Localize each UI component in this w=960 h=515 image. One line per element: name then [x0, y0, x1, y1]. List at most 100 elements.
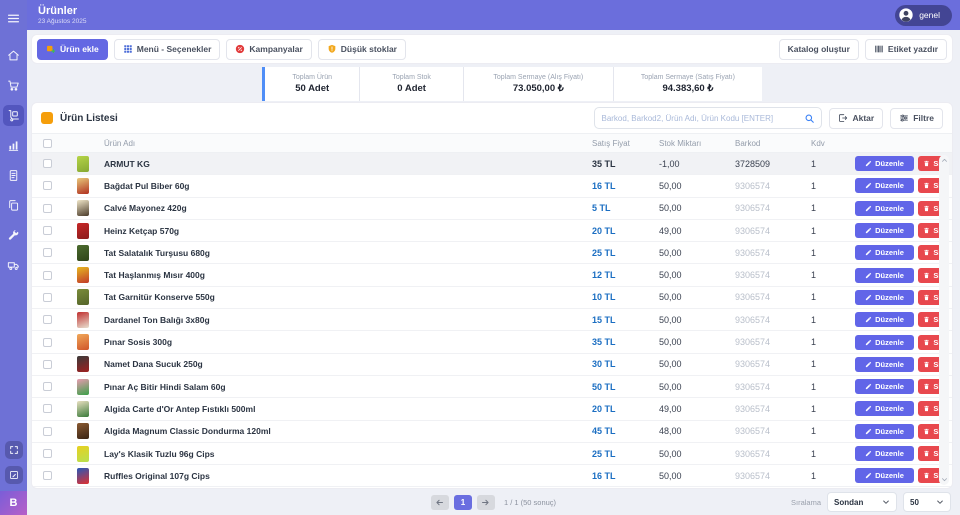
sidebar-item-reports[interactable]: [3, 135, 24, 156]
edit-button[interactable]: Düzenle: [855, 424, 914, 439]
row-checkbox[interactable]: [43, 226, 52, 235]
print-label-button[interactable]: Etiket yazdır: [865, 39, 947, 60]
toolbar: Ürün ekle Menü - Seçenekler Kampanyalar …: [31, 34, 953, 64]
stat-label: Toplam Sermaye (Satış Fiyatı): [641, 74, 735, 81]
row-checkbox[interactable]: [43, 427, 52, 436]
price-cell[interactable]: 5 TL: [592, 203, 659, 213]
campaigns-button[interactable]: Kampanyalar: [226, 39, 311, 60]
edit-button[interactable]: Düzenle: [855, 245, 914, 260]
user-menu[interactable]: genel: [895, 5, 952, 26]
row-checkbox[interactable]: [43, 404, 52, 413]
row-checkbox[interactable]: [43, 471, 52, 480]
edit-button[interactable]: Düzenle: [855, 156, 914, 171]
kdv-cell: 1: [811, 292, 855, 302]
row-checkbox[interactable]: [43, 181, 52, 190]
barcode-cell: 9306574: [735, 315, 811, 325]
select-all-checkbox[interactable]: [43, 139, 52, 148]
sidebar-item-tools[interactable]: [3, 225, 24, 246]
barcode-icon: [874, 44, 884, 54]
menu-icon[interactable]: [3, 8, 24, 29]
price-cell[interactable]: 20 TL: [592, 404, 659, 414]
price-cell[interactable]: 16 TL: [592, 471, 659, 481]
row-checkbox[interactable]: [43, 449, 52, 458]
barcode-cell: 9306574: [735, 404, 811, 414]
menu-options-button[interactable]: Menü - Seçenekler: [114, 39, 221, 60]
next-page-button[interactable]: [477, 495, 495, 510]
price-cell[interactable]: 12 TL: [592, 270, 659, 280]
per-page-select[interactable]: 50: [903, 492, 951, 512]
product-name: Namet Dana Sucuk 250g: [104, 359, 592, 369]
product-thumb: [77, 468, 89, 484]
search-icon[interactable]: [804, 113, 815, 124]
add-product-label: Ürün ekle: [60, 44, 99, 54]
search-input[interactable]: [601, 114, 804, 123]
sidebar-item-invoices[interactable]: [3, 165, 24, 186]
sidebar-item-delivery[interactable]: [3, 255, 24, 276]
edit-button[interactable]: Düzenle: [855, 178, 914, 193]
row-checkbox[interactable]: [43, 248, 52, 257]
sidebar-item-sales-cart[interactable]: [3, 75, 24, 96]
row-checkbox[interactable]: [43, 271, 52, 280]
sidebar-item-home[interactable]: [3, 45, 24, 66]
stock-cell: 50,00: [659, 315, 735, 325]
price-cell[interactable]: 30 TL: [592, 359, 659, 369]
filter-button[interactable]: Filtre: [890, 108, 943, 129]
row-checkbox[interactable]: [43, 159, 52, 168]
table-row: Pınar Sosis 300g 35 TL 50,00 9306574 1 D…: [32, 331, 952, 353]
row-checkbox[interactable]: [43, 293, 52, 302]
filter-sliders-icon: [899, 113, 909, 123]
user-name: genel: [919, 10, 940, 20]
table-scrollbar[interactable]: [939, 155, 949, 485]
low-stock-button[interactable]: Düşük stoklar: [318, 39, 406, 60]
chevron-down-icon: [936, 498, 944, 506]
stock-cell: -1,00: [659, 159, 735, 169]
row-checkbox[interactable]: [43, 382, 52, 391]
price-cell[interactable]: 50 TL: [592, 382, 659, 392]
kdv-cell: 1: [811, 226, 855, 236]
edit-button[interactable]: Düzenle: [855, 290, 914, 305]
price-cell[interactable]: 45 TL: [592, 426, 659, 436]
edit-button[interactable]: Düzenle: [855, 312, 914, 327]
edit-button[interactable]: Düzenle: [855, 446, 914, 461]
edit-button[interactable]: Düzenle: [855, 335, 914, 350]
table-row: Bağdat Pul Biber 60g 16 TL 50,00 9306574…: [32, 175, 952, 197]
sort-select-value: Sondan: [834, 498, 863, 507]
stat-value: 50 Adet: [295, 83, 329, 94]
row-checkbox[interactable]: [43, 204, 52, 213]
stat-value: 0 Adet: [397, 83, 426, 94]
create-catalog-button[interactable]: Katalog oluştur: [779, 39, 859, 60]
price-cell[interactable]: 10 TL: [592, 292, 659, 302]
grid-icon: [123, 44, 133, 54]
edit-button[interactable]: Düzenle: [855, 201, 914, 216]
edit-button[interactable]: Düzenle: [855, 379, 914, 394]
edit-button[interactable]: Düzenle: [855, 223, 914, 238]
row-checkbox[interactable]: [43, 315, 52, 324]
sidebar-bottom-group: B: [0, 441, 27, 515]
sidebar-item-copy-documents[interactable]: [3, 195, 24, 216]
sort-select[interactable]: Sondan: [827, 492, 897, 512]
price-cell[interactable]: 25 TL: [592, 449, 659, 459]
price-cell[interactable]: 25 TL: [592, 248, 659, 258]
current-page-button[interactable]: 1: [454, 495, 472, 510]
sidebar-item-products[interactable]: [3, 105, 24, 126]
note-edit-icon[interactable]: [5, 466, 23, 484]
edit-button[interactable]: Düzenle: [855, 268, 914, 283]
create-catalog-label: Katalog oluştur: [788, 44, 850, 54]
edit-button[interactable]: Düzenle: [855, 401, 914, 416]
edit-button[interactable]: Düzenle: [855, 468, 914, 483]
price-cell[interactable]: 16 TL: [592, 181, 659, 191]
price-cell[interactable]: 15 TL: [592, 315, 659, 325]
fullscreen-icon[interactable]: [5, 441, 23, 459]
sidebar: B: [0, 0, 27, 515]
edit-button[interactable]: Düzenle: [855, 357, 914, 372]
price-cell[interactable]: 35 TL: [592, 159, 659, 169]
list-orange-icon: [41, 112, 53, 124]
export-button[interactable]: Aktar: [829, 108, 883, 129]
prev-page-button[interactable]: [431, 495, 449, 510]
add-product-icon: [46, 44, 56, 54]
add-product-button[interactable]: Ürün ekle: [37, 39, 108, 60]
price-cell[interactable]: 20 TL: [592, 226, 659, 236]
row-checkbox[interactable]: [43, 360, 52, 369]
row-checkbox[interactable]: [43, 338, 52, 347]
price-cell[interactable]: 35 TL: [592, 337, 659, 347]
